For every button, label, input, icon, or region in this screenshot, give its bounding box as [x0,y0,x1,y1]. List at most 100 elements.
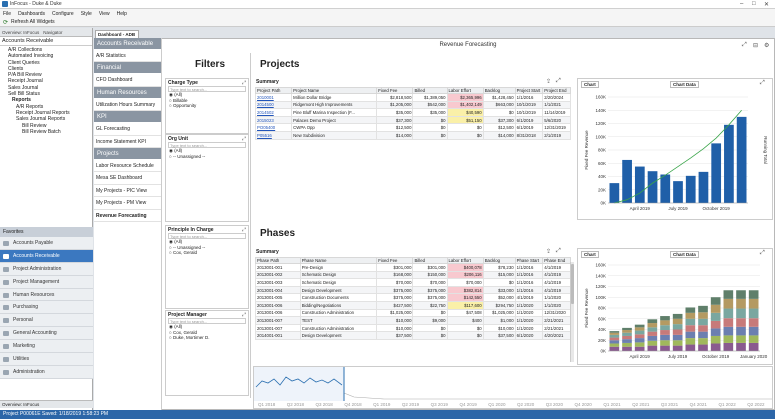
collapse-icon[interactable]: ⊟ [753,42,758,49]
nav-item[interactable]: Utilization Hours Summary [94,99,161,112]
nav-item[interactable]: My Projects - PM View [94,197,161,210]
export-icon[interactable]: ⇪ [546,248,551,255]
column-header[interactable]: Project End [542,87,571,94]
filter-option[interactable]: ○ Cox, Gerald [166,250,248,256]
nav-item[interactable]: CFO Dashboard [94,74,161,87]
tab-chart-data[interactable]: Chart Data [670,81,699,88]
table-row[interactable]: 2013001-006 Construction Administration $1… [255,308,571,318]
chart-bar-segment [660,345,670,351]
timeline-svg[interactable]: Q1 2018 Q2 2018 Q3 2018 Q4 2018 Q1 2019 Q2 20… [254,367,772,408]
menu-file[interactable]: File [3,11,11,17]
module-personal[interactable]: Personal [0,314,93,328]
module-general-accounting[interactable]: General Accounting [0,327,93,341]
tab-chart[interactable]: Chart [581,251,599,258]
expand-icon[interactable]: ⤢ [242,136,246,142]
column-header[interactable]: Phase Start [514,257,544,264]
expand-icon[interactable]: ⤢ [556,78,561,85]
module-purchasing[interactable]: Purchasing [0,301,93,315]
expand-icon[interactable]: ⤢ [760,250,765,257]
table-row[interactable]: 2013001-003 Schematic Design $70,000 $70,00… [255,278,571,287]
filter-option[interactable]: ○ Opportunity [166,103,248,109]
nav-item-revenue-forecasting[interactable]: Revenue Forecasting [94,210,161,222]
module-project-management[interactable]: Project Management [0,275,93,289]
settings-icon[interactable]: ⚙ [764,42,769,49]
table-cell[interactable]: 2015023 [254,115,293,125]
nav-group-header[interactable]: Projects [94,147,161,160]
table-row[interactable]: 2013001-002 Schematic Design $168,000 $150,… [255,270,571,280]
refresh-all-widgets-button[interactable]: Refresh All Widgets [11,19,55,25]
table-row[interactable]: 2013001-004 Design Development $375,000 $37… [255,285,571,295]
module-human-resources[interactable]: Human Resources [0,288,93,302]
tab-navigator[interactable]: Navigator [43,30,62,35]
nav-group-header[interactable]: Human Resources [94,86,161,99]
table-row[interactable]: PO05400 CWPA Opp $12,500 $0 $0 $12,500 6/1/201… [254,123,571,132]
table-cell[interactable]: 2014500 [254,100,293,110]
table-row[interactable]: 2013001-006 Bidding/Negotiations $427,500 $… [255,300,571,310]
tree-item[interactable]: Bill Review Batch [2,129,90,135]
tab-overview[interactable]: Overview: InFocus [2,30,39,35]
table-cell: $0 [446,130,484,140]
table-row[interactable]: 2013001-007 TEST $10,000 $9,000 $400 $1,000 1/… [255,316,571,325]
maximize-button[interactable]: □ [752,1,756,7]
overview-bottom-tab[interactable]: Overview: InFocus [0,400,93,408]
option-label: (All) [174,92,183,97]
menu-style[interactable]: Style [81,11,92,17]
nav-group-header[interactable]: Financial [94,62,161,75]
menu-help[interactable]: Help [117,11,127,17]
expand-icon[interactable]: ⤢ [760,80,765,87]
nav-item[interactable]: Labor Resource Schedule [94,160,161,173]
nav-item[interactable]: Income Statement KPI [94,136,161,148]
table-row[interactable]: 2013001-001 Pre-Design $301,000 $301,000 $40… [255,263,571,272]
table-cell[interactable]: 2014502 [254,108,293,117]
navigation-tree: A/R Collections Automated Invoicing Clie… [0,46,92,136]
filter-label: Charge Type [168,80,198,86]
close-button[interactable]: ✕ [764,1,769,8]
nav-item[interactable]: A/R Statistics [94,50,161,63]
table-row[interactable]: 2015023 Palaces Demo Project $37,300 $0 $51,… [254,115,571,125]
table-row[interactable]: 2010001 Million Dollar Bridge $2,818,500 $1… [254,93,571,102]
expand-icon[interactable]: ⤢ [242,80,246,86]
dashboard-tab[interactable]: Dashboard - ADB [95,30,139,38]
phases-scrollbar[interactable] [570,262,574,362]
module-administration[interactable]: Administration [0,365,93,379]
table-row[interactable]: 2014001-001 Design Development $37,500 $0 $0… [255,331,571,340]
nav-item[interactable]: GL Forecasting [94,123,161,136]
nav-item[interactable]: Mesa SE Dashboard [94,172,161,185]
filter-option[interactable]: ○ -- Unassigned -- [166,154,248,160]
module-marketing[interactable]: Marketing [0,340,93,354]
expand-icon[interactable]: ⤢ [556,248,561,255]
table-row[interactable]: 2013001-005 Construction Documents $375,00… [255,293,571,302]
nav-group-header[interactable]: KPI [94,111,161,124]
expand-icon[interactable]: ⤢ [242,227,246,233]
menu-configure[interactable]: Configure [52,11,74,17]
export-icon[interactable]: ⇪ [546,78,551,85]
timeline-range-selector[interactable]: Q1 2018 Q2 2018 Q3 2018 Q4 2018 Q1 2019 Q2 20… [253,366,773,409]
column-header[interactable]: Project Start [514,87,544,94]
nav-group-header[interactable]: Accounts Receivable [94,38,161,50]
tab-chart-data[interactable]: Chart Data [670,251,699,258]
scrollbar-thumb[interactable] [571,264,574,304]
refresh-icon[interactable]: ⟳ [3,19,8,26]
module-project-administration[interactable]: Project Administration [0,262,93,276]
expand-icon[interactable]: ⤢ [242,312,246,318]
filter-option[interactable]: ○ Duke, Mortimer D. [166,335,248,341]
module-accounts-receivable[interactable]: Accounts Receivable [0,249,93,263]
expand-icon[interactable]: ⤢ [742,42,747,49]
table-row[interactable]: 2013001-007 Construction Administration $1… [255,323,571,333]
menu-dashboards[interactable]: Dashboards [18,11,45,17]
minimize-button[interactable]: – [740,1,743,7]
table-row[interactable]: 2014500 Ridgemont High Improvements $1,205… [254,100,571,110]
menu-view[interactable]: View [99,11,110,17]
tab-chart[interactable]: Chart [581,81,599,88]
table-cell: $142,550 [446,293,484,302]
module-utilities[interactable]: Utilities [0,353,93,366]
nav-item[interactable]: My Projects - PIC View [94,185,161,198]
favorites-header[interactable]: Favorites [0,227,93,237]
table-cell[interactable]: P05516 [254,130,293,140]
chart-bar-segment [748,308,759,319]
table-row[interactable]: P05516 New Subdivision $14,000 $0 $0 $14,000 8… [254,130,571,140]
table-cell[interactable]: 2010001 [254,93,293,102]
table-cell[interactable]: PO05400 [254,123,293,132]
module-accounts-payable[interactable]: Accounts Payable [0,237,93,250]
table-row[interactable]: 2014502 Pine Bluff Marina Inspection (F..… [254,108,571,117]
